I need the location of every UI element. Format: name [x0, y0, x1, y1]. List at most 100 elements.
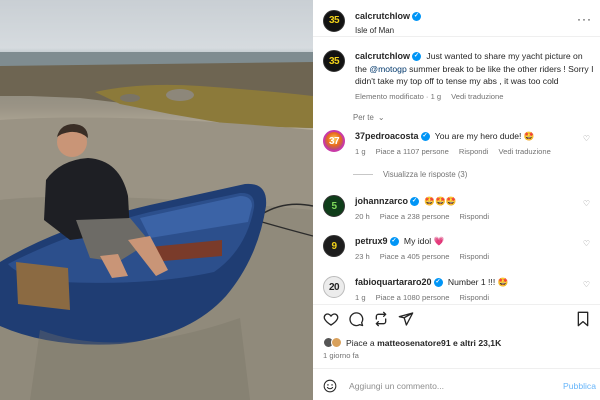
author-username-text[interactable]: calcrutchlow [355, 11, 410, 21]
for-you-label[interactable]: Per te [353, 113, 374, 122]
view-replies-toggle[interactable]: Visualizza le risposte (3) [353, 170, 467, 179]
replies-line [353, 174, 373, 175]
comment-meta: 23 h Piace a 405 persone Rispondi [355, 252, 595, 261]
likes-summary[interactable]: Piace a matteosenatore91 e altri 23,1K [323, 337, 501, 348]
comment-like-heart-icon[interactable]: ♡ [583, 239, 590, 248]
header-divider [313, 36, 600, 37]
actions-divider [313, 304, 600, 305]
commenter-username-text[interactable]: 37pedroacosta [355, 130, 419, 143]
liker-avatar [331, 337, 342, 348]
view-replies-label[interactable]: Visualizza le risposte (3) [383, 170, 467, 179]
caption-username-text[interactable]: calcrutchlow [355, 50, 410, 63]
comment-reply-button[interactable]: Rispondi [459, 252, 489, 261]
caption-avatar[interactable]: 35 [323, 50, 345, 72]
comment-item: 5 johannzarco ✓ 🤩🤩🤩 20 h Piace a 238 per… [323, 195, 595, 221]
comment-reply-button[interactable]: Rispondi [459, 147, 489, 156]
comment-time: 1 g [355, 146, 366, 156]
comment-text: petrux9 ✓ My idol 💗 [355, 235, 595, 248]
comment-reply-button[interactable]: Rispondi [459, 293, 489, 302]
author-username[interactable]: calcrutchlow ✓ [355, 11, 422, 21]
comment-content: Number 1 !!! 🤩 [447, 277, 509, 287]
commenter-avatar[interactable]: 9 [323, 235, 345, 257]
post-caption: 35 calcrutchlow ✓ Just wanted to share m… [323, 50, 595, 101]
commenter-username-text[interactable]: johannzarco [355, 195, 408, 208]
comment-translate-link[interactable]: Vedi traduzione [498, 147, 550, 156]
author-avatar[interactable]: 35 [323, 9, 345, 32]
post-details-panel: 35 calcrutchlow ✓ Isle of Man ··· 35 cal… [313, 0, 600, 400]
chevron-down-icon: ⌄ [377, 113, 385, 122]
post-header-names: calcrutchlow ✓ Isle of Man [355, 6, 422, 35]
comment-box-divider [313, 368, 600, 369]
comment-likes-link[interactable]: Piace a 405 persone [380, 252, 450, 261]
post-timestamp[interactable]: 1 giorno fa [323, 351, 359, 360]
comment-like-heart-icon[interactable]: ♡ [583, 134, 590, 143]
edited-label: Elemento modificato · 1 g [355, 91, 442, 101]
commenter-username[interactable]: petrux9 ✓ [355, 235, 399, 248]
caption-meta: Elemento modificato · 1 g Vedi traduzion… [355, 92, 595, 101]
likes-count[interactable]: 23,1K [478, 338, 501, 348]
verified-badge-icon: ✓ [412, 51, 422, 61]
commenter-username[interactable]: johannzarco ✓ [355, 195, 420, 208]
commenter-username[interactable]: 37pedroacosta ✓ [355, 130, 430, 143]
share-paper-plane-icon[interactable] [398, 311, 414, 327]
comment-content: My idol 💗 [403, 236, 445, 246]
comment-text: fabioquartararo20 ✓ Number 1 !!! 🤩 [355, 276, 595, 289]
comment-time: 23 h [355, 251, 370, 261]
comment-time: 1 g [355, 292, 366, 302]
caption-translate-link[interactable]: Vedi traduzione [451, 92, 503, 101]
comment-item: 9 petrux9 ✓ My idol 💗 23 h Piace a 405 p… [323, 235, 595, 261]
likes-prefix: Piace a [346, 337, 375, 348]
more-options-icon[interactable]: ··· [577, 12, 592, 26]
for-you-section[interactable]: Per te ⌄ [353, 113, 384, 122]
comment-time: 20 h [355, 211, 370, 221]
caption-text: calcrutchlow ✓ Just wanted to share my y… [355, 50, 595, 88]
rock [120, 94, 140, 102]
like-heart-icon[interactable] [323, 311, 339, 327]
comment-body: johannzarco ✓ 🤩🤩🤩 20 h Piace a 238 perso… [355, 195, 595, 221]
comment-content: You are my hero dude! 🤩 [434, 131, 535, 141]
caption-username[interactable]: calcrutchlow ✓ [355, 50, 422, 63]
commenter-avatar[interactable]: 20 [323, 276, 345, 298]
caption-body: calcrutchlow ✓ Just wanted to share my y… [355, 50, 595, 101]
transom-board [16, 262, 70, 310]
commenter-username-text[interactable]: petrux9 [355, 235, 388, 248]
caption-mention-link[interactable]: @motogp [369, 64, 406, 74]
comment-meta: 20 h Piace a 238 persone Rispondi [355, 212, 595, 221]
likes-text[interactable]: Piace a matteosenatore91 e altri 23,1K [346, 338, 501, 348]
commenter-username[interactable]: fabioquartararo20 ✓ [355, 276, 443, 289]
repost-icon[interactable] [373, 311, 389, 327]
caption-time: 1 g [430, 91, 442, 101]
post-header: 35 calcrutchlow ✓ Isle of Man [323, 6, 422, 35]
comment-likes-link[interactable]: Piace a 238 persone [380, 212, 450, 221]
comment-likes-link[interactable]: Piace a 1107 persone [376, 147, 449, 156]
comment-meta: 1 g Piace a 1080 persone Rispondi [355, 293, 595, 302]
likes-user-link[interactable]: matteosenatore91 [377, 338, 451, 348]
commenter-avatar[interactable]: 37 [323, 130, 345, 152]
comment-reply-button[interactable]: Rispondi [459, 212, 489, 221]
verified-badge-icon: ✓ [412, 11, 422, 21]
comment-text: johannzarco ✓ 🤩🤩🤩 [355, 195, 595, 208]
commenter-avatar[interactable]: 5 [323, 195, 345, 217]
photo-scene [0, 52, 313, 400]
comment-bubble-icon[interactable] [348, 311, 364, 327]
verified-badge-icon: ✓ [410, 196, 420, 206]
commenter-username-text[interactable]: fabioquartararo20 [355, 276, 432, 289]
likes-suffix: e altri [453, 337, 476, 348]
add-comment-row: Aggiungi un commento... Pubblica [313, 372, 600, 400]
verified-badge-icon: ✓ [420, 131, 430, 141]
comment-meta: 1 g Piace a 1107 persone Rispondi Vedi t… [355, 147, 595, 156]
comment-item: 37 37pedroacosta ✓ You are my hero dude!… [323, 130, 595, 156]
post-comment-button[interactable]: Pubblica [563, 381, 596, 391]
post-location[interactable]: Isle of Man [355, 26, 421, 35]
comment-likes-link[interactable]: Piace a 1080 persone [376, 293, 450, 302]
emoji-icon[interactable] [323, 379, 337, 393]
save-bookmark-icon[interactable] [576, 311, 590, 327]
comment-like-heart-icon[interactable]: ♡ [583, 280, 590, 289]
add-comment-input[interactable]: Aggiungi un commento... [349, 381, 563, 391]
post-photo [0, 0, 313, 400]
comment-body: 37pedroacosta ✓ You are my hero dude! 🤩 … [355, 130, 595, 156]
comment-like-heart-icon[interactable]: ♡ [583, 199, 590, 208]
comment-content: 🤩🤩🤩 [424, 196, 457, 206]
post-actions [323, 311, 414, 327]
comment-text: 37pedroacosta ✓ You are my hero dude! 🤩 [355, 130, 595, 143]
